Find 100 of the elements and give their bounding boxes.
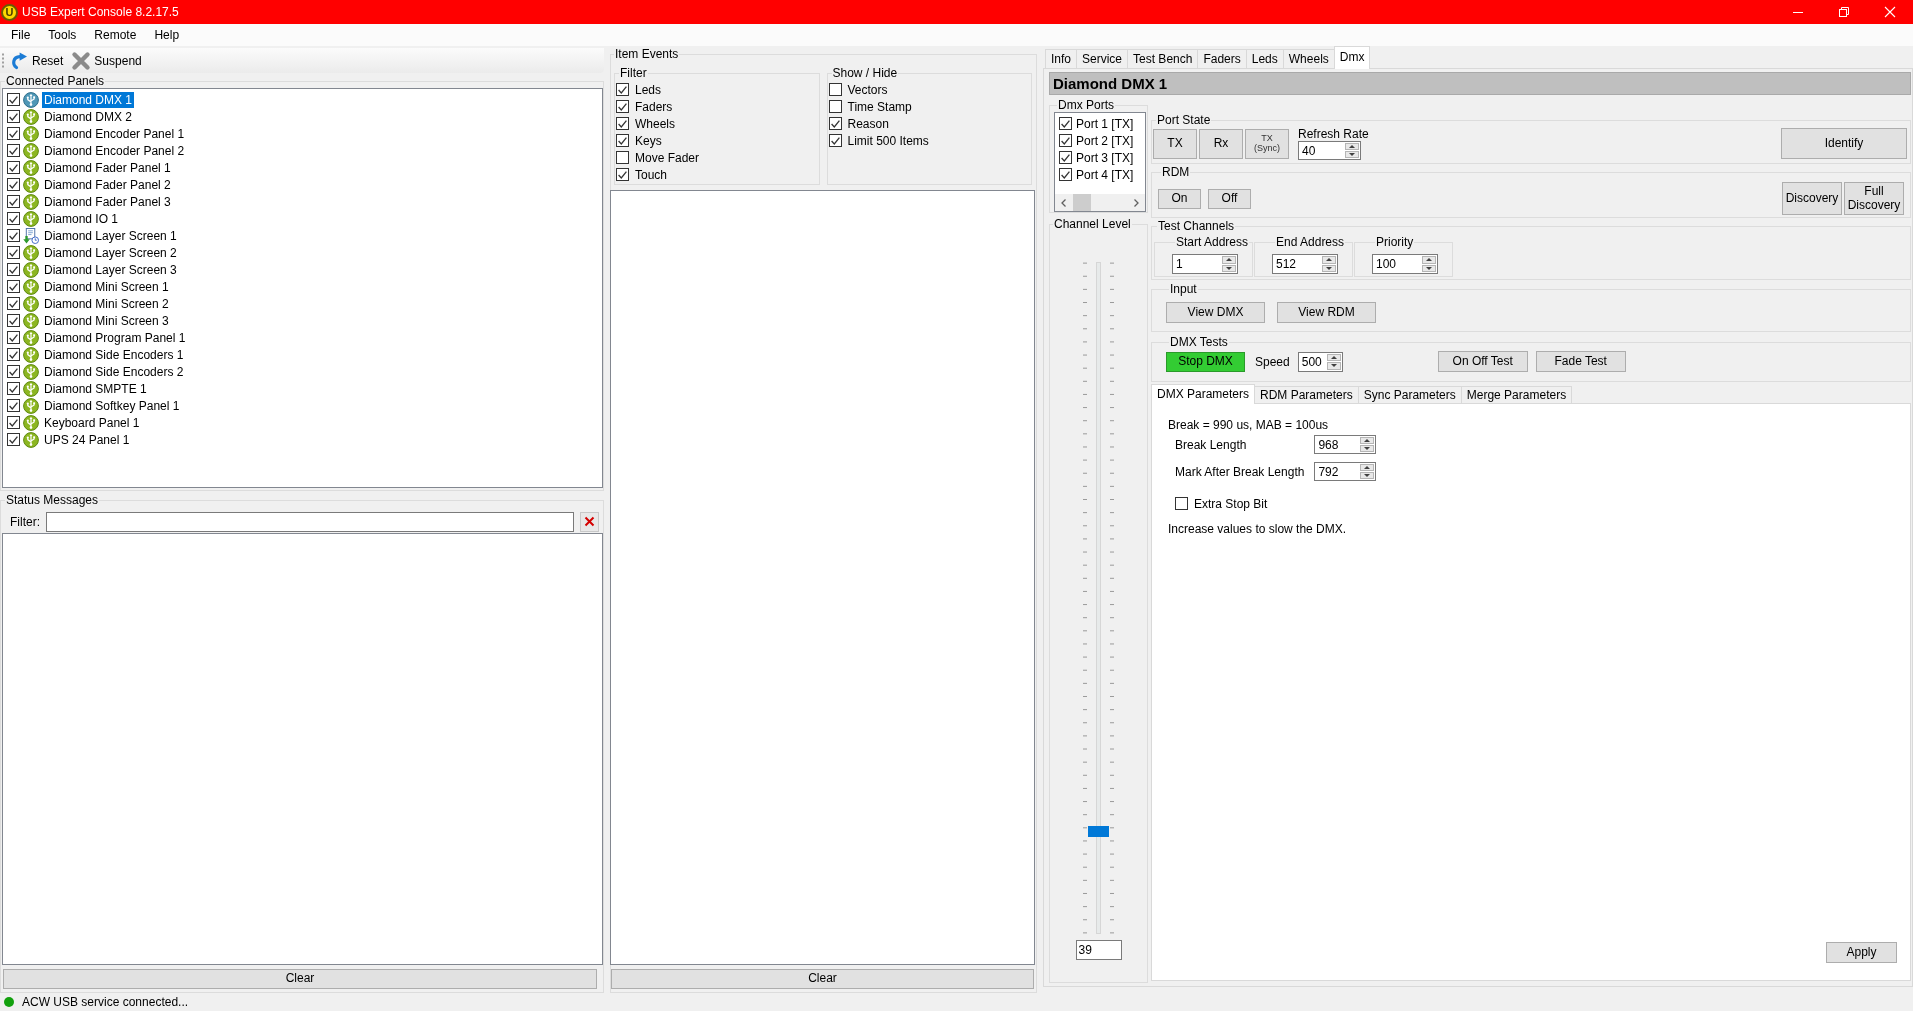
checkbox[interactable] [7,348,20,361]
checkbox[interactable] [7,161,20,174]
panel-name[interactable]: Diamond Encoder Panel 1 [42,125,187,142]
checkbox[interactable] [7,178,20,191]
menu-item[interactable]: File [2,25,40,45]
rdm-button[interactable]: Off [1208,188,1251,209]
port-label[interactable]: Port 1 [TX] [1076,116,1134,131]
panel-name[interactable]: UPS 24 Panel 1 [42,431,132,448]
panel-name[interactable]: Diamond DMX 2 [42,108,135,125]
checkbox[interactable] [7,433,20,446]
checkbox[interactable] [7,195,20,208]
restore-icon[interactable] [1839,7,1849,17]
checkbox[interactable] [7,212,20,225]
checkbox[interactable] [1059,117,1072,130]
panel-name[interactable]: Diamond Softkey Panel 1 [42,397,182,414]
chevron-right-icon[interactable] [1134,198,1139,207]
panel-name[interactable]: Diamond Program Panel 1 [42,329,188,346]
checkbox[interactable] [7,331,20,344]
panel-name[interactable]: Diamond Fader Panel 2 [42,176,173,193]
checkbox[interactable] [7,93,20,106]
checkbox[interactable] [7,144,20,157]
checkbox[interactable] [7,416,20,429]
toolbar-button[interactable]: Reset [8,49,67,72]
checkbox[interactable] [7,280,20,293]
port-button[interactable]: TX [1153,129,1197,159]
chevron-left-icon[interactable] [1061,198,1066,207]
checkbox[interactable] [1059,151,1072,164]
panel-name[interactable]: Diamond IO 1 [42,210,121,227]
menu-item[interactable]: Remote [85,25,146,45]
checkbox[interactable] [828,134,842,147]
checkbox[interactable] [616,134,629,147]
panel-name[interactable]: Diamond Fader Panel 1 [42,159,173,176]
checkbox[interactable] [828,83,842,96]
checkbox[interactable] [616,83,629,96]
checkbox[interactable] [1059,168,1072,181]
value-field[interactable]: 39 [1075,940,1122,960]
checkbox[interactable] [7,365,20,378]
filter-field[interactable] [46,511,574,532]
port-button[interactable]: TX (Sync) [1245,129,1289,159]
tab[interactable]: DMX Parameters [1151,384,1256,404]
checkbox[interactable] [7,297,20,310]
tab[interactable]: Merge Parameters [1460,386,1573,403]
checkbox[interactable] [7,314,20,327]
clear-button[interactable]: Clear [3,969,597,989]
port-button[interactable]: Rx [1199,129,1243,159]
scrollbar-thumb[interactable] [1073,194,1091,211]
identify-button[interactable]: Identify [1781,128,1907,159]
tab[interactable]: Sync Parameters [1357,386,1462,403]
apply-button[interactable]: Apply [1826,942,1897,963]
panel-name[interactable]: Diamond SMPTE 1 [42,380,149,397]
menu-item[interactable]: Tools [39,25,86,45]
tab[interactable]: Info [1045,49,1077,68]
checkbox[interactable] [616,151,629,164]
panel-name[interactable]: Diamond Encoder Panel 2 [42,142,187,159]
horizontal-scrollbar[interactable] [1055,194,1145,211]
test-button[interactable]: Fade Test [1535,351,1626,372]
stop-button[interactable]: Stop DMX [1166,351,1245,372]
port-label[interactable]: Port 4 [TX] [1076,167,1134,182]
rdm-button[interactable]: On [1158,188,1201,209]
checkbox[interactable] [616,117,629,130]
checkbox[interactable] [7,110,20,123]
panel-name[interactable]: Keyboard Panel 1 [42,414,142,431]
panel-name[interactable]: Diamond Side Encoders 2 [42,363,186,380]
checkbox[interactable] [616,100,629,113]
checkbox[interactable] [616,168,629,181]
menu-item[interactable]: Help [145,25,189,45]
port-label[interactable]: Port 3 [TX] [1076,150,1134,165]
panel-name[interactable]: Diamond DMX 1 [42,91,135,108]
clear-filter-button[interactable] [580,511,599,532]
checkbox[interactable] [7,263,20,276]
input-button[interactable]: View RDM [1277,302,1376,323]
slider-thumb[interactable] [1088,825,1109,837]
panel-name[interactable]: Diamond Mini Screen 1 [42,278,171,295]
usb-icon [23,346,39,363]
checkbox[interactable] [7,229,20,242]
checkbox[interactable] [828,100,842,113]
panel-name[interactable]: Diamond Layer Screen 1 [42,227,179,244]
port-label[interactable]: Port 2 [TX] [1076,133,1134,148]
checkbox[interactable] [7,127,20,140]
test-button[interactable]: On Off Test [1437,351,1528,372]
panel-name[interactable]: Diamond Layer Screen 2 [42,244,179,261]
minimize-icon[interactable] [1793,11,1803,13]
panel-name[interactable]: Diamond Layer Screen 3 [42,261,179,278]
checkbox[interactable] [1175,497,1188,510]
panel-name[interactable]: Diamond Side Encoders 1 [42,346,186,363]
discovery-button[interactable]: Discovery [1782,182,1842,215]
close-icon[interactable] [1885,7,1895,17]
discovery-button[interactable]: Full Discovery [1844,182,1904,215]
input-button[interactable]: View DMX [1166,302,1265,323]
clear-button[interactable]: Clear [611,969,1034,989]
checkbox[interactable] [7,246,20,259]
checkbox[interactable] [7,382,20,395]
checkbox[interactable] [1059,134,1072,147]
checkbox[interactable] [7,399,20,412]
toolbar-button[interactable]: Suspend [69,49,145,72]
tab[interactable]: Dmx [1333,46,1371,69]
panel-name[interactable]: Diamond Mini Screen 2 [42,295,171,312]
panel-name[interactable]: Diamond Fader Panel 3 [42,193,173,210]
checkbox[interactable] [828,117,842,130]
panel-name[interactable]: Diamond Mini Screen 3 [42,312,171,329]
